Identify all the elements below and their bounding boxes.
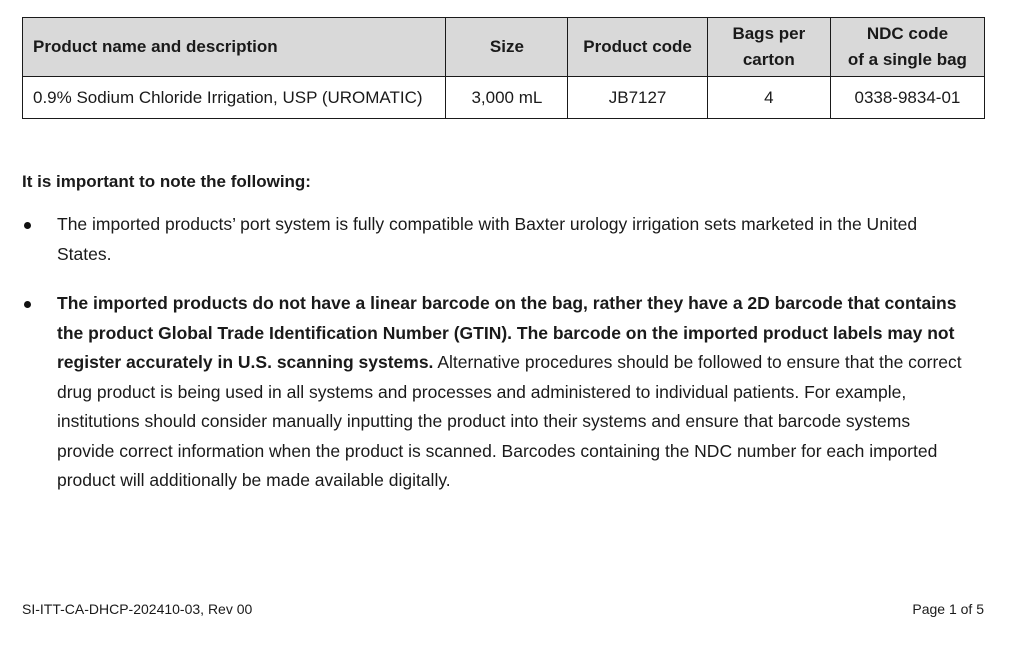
cell-ndc-code: 0338-9834-01: [829, 76, 986, 119]
notes-list: The imported products’ port system is fu…: [22, 210, 972, 516]
notes-heading: It is important to note the following:: [22, 172, 311, 191]
header-ndc-code: NDC code of a single bag: [829, 17, 986, 77]
header-ndc-line1: NDC code: [866, 24, 949, 43]
bullet-icon: [24, 222, 31, 229]
header-product-code: Product code: [567, 17, 708, 77]
header-size: Size: [445, 17, 569, 77]
header-bags-line1: Bags per: [732, 24, 806, 43]
cell-product-name: 0.9% Sodium Chloride Irrigation, USP (UR…: [21, 76, 447, 119]
list-item: The imported products’ port system is fu…: [22, 210, 972, 269]
header-ndc-line2: of a single bag: [847, 50, 967, 69]
product-table: Product name and description Size Produc…: [21, 17, 986, 119]
table-header-row: Product name and description Size Produc…: [21, 17, 986, 77]
list-item: The imported products do not have a line…: [22, 289, 972, 496]
header-product-name: Product name and description: [21, 17, 447, 77]
footer-page-number: Page 1 of 5: [912, 601, 984, 617]
list-item-text: The imported products’ port system is fu…: [57, 214, 918, 264]
cell-bags-per-carton: 4: [706, 76, 831, 119]
footer-document-id: SI-ITT-CA-DHCP-202410-03, Rev 00: [22, 601, 253, 617]
bullet-icon: [24, 301, 31, 308]
list-item-text: Alternative procedures should be followe…: [57, 352, 962, 490]
document-page: Product name and description Size Produc…: [0, 0, 1010, 648]
cell-product-code: JB7127: [567, 76, 708, 119]
header-bags-line2: carton: [742, 50, 795, 69]
header-bags-per-carton: Bags per carton: [706, 17, 831, 77]
table-row: 0.9% Sodium Chloride Irrigation, USP (UR…: [21, 76, 986, 119]
cell-size: 3,000 mL: [445, 76, 569, 119]
